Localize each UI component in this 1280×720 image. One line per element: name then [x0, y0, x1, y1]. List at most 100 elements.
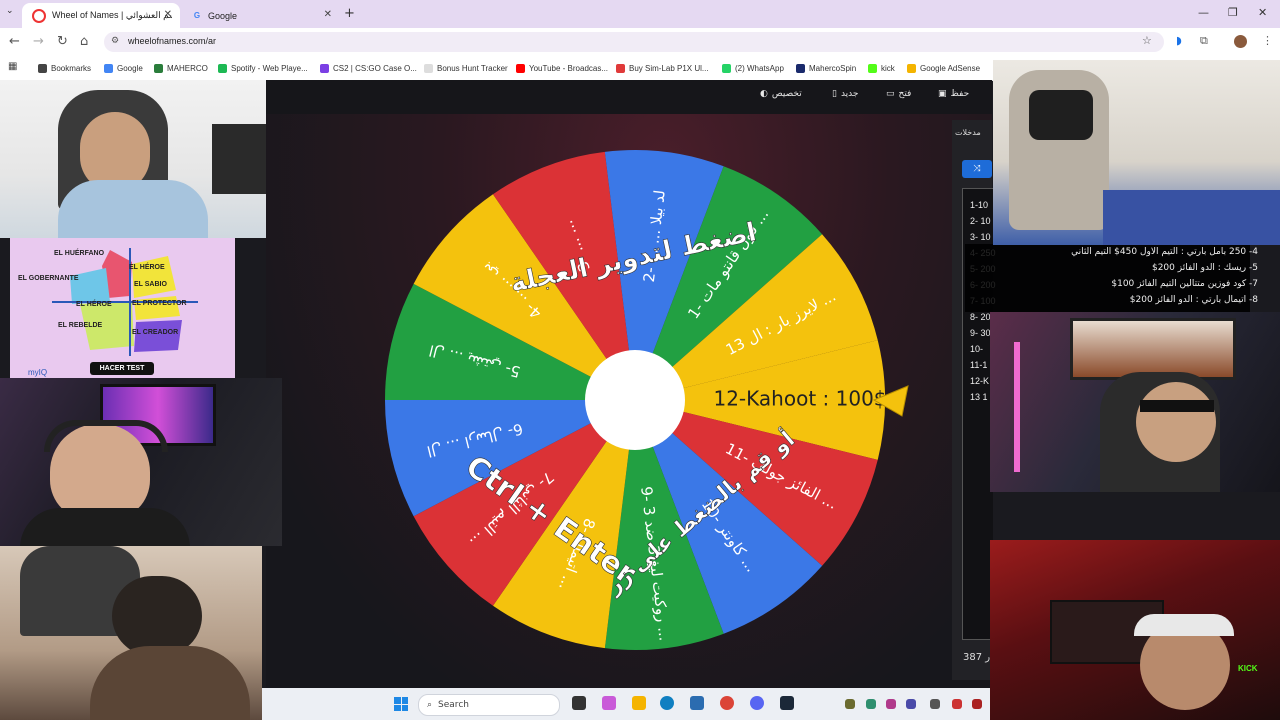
tray-app-icon[interactable]: [886, 699, 896, 709]
bookmark-favicon-icon: [516, 63, 525, 73]
save-button[interactable]: ▣ حفظ: [938, 89, 969, 99]
bookmark-item[interactable]: kick: [868, 61, 895, 75]
archetype-label: EL REBELDE: [58, 322, 103, 329]
apps-grid-icon[interactable]: ▦: [8, 61, 17, 72]
home-icon[interactable]: ⌂: [80, 34, 88, 49]
shuffle-button[interactable]: ⤨: [962, 160, 992, 178]
tray-app-icon[interactable]: [952, 699, 962, 709]
tab-close-icon[interactable]: ✕: [324, 9, 332, 20]
person-jacket: [90, 646, 250, 720]
window-close-icon[interactable]: ✕: [1258, 6, 1267, 19]
tray-app-icon[interactable]: [930, 699, 940, 709]
archetype-label: EL SABIO: [134, 281, 167, 288]
bookmark-item[interactable]: Google: [104, 61, 143, 75]
bookmark-favicon-icon: [424, 63, 433, 73]
bookmark-label: MahercoSpin: [809, 63, 857, 73]
new-tab-plus-icon[interactable]: +: [344, 6, 355, 21]
bookmark-item[interactable]: YouTube - Broadcas...: [516, 61, 608, 75]
tray-nvidia-icon[interactable]: [845, 699, 855, 709]
copilot-icon[interactable]: [602, 696, 616, 710]
restore-icon[interactable]: ❐: [1228, 6, 1238, 19]
search-icon: ⌕: [427, 700, 433, 710]
wheel-center-hub[interactable]: [585, 350, 685, 450]
entry-line[interactable]: 11-1: [970, 360, 987, 370]
tab-close-icon[interactable]: ✕: [164, 9, 172, 20]
open-button[interactable]: ▭ فتح: [886, 89, 911, 99]
entries-tab[interactable]: مدخلات: [955, 128, 981, 137]
profile-avatar[interactable]: [1234, 35, 1247, 48]
save-label: حفظ: [950, 89, 970, 99]
reload-icon[interactable]: ↻: [57, 34, 68, 49]
bookmark-item[interactable]: Buy Sim-Lab P1X Ul...: [616, 61, 709, 75]
entry-line[interactable]: 12-K: [970, 376, 989, 386]
floppy-icon: ▣: [938, 89, 947, 99]
entry-line[interactable]: 13 1: [970, 392, 988, 402]
bookmark-label: Google: [117, 63, 143, 73]
wheel-app-toolbar: [266, 80, 992, 114]
url-text[interactable]: wheelofnames.com/ar: [128, 36, 216, 46]
new-button[interactable]: ▯ جديد: [832, 89, 858, 99]
entry-line[interactable]: 1-10: [970, 200, 988, 210]
tab-google[interactable]: G Google ✕: [182, 3, 340, 28]
tray-app-icon[interactable]: [906, 699, 916, 709]
bookmark-label: Buy Sim-Lab P1X Ul...: [629, 63, 709, 73]
bookmark-item[interactable]: Bookmarks: [38, 61, 91, 75]
bookmark-item[interactable]: Bonus Hunt Tracker: [424, 61, 508, 75]
back-arrow-icon[interactable]: ←: [9, 34, 20, 49]
archetype-quiz-overlay: EL HUÉRFANO EL GOBERNANTE EL HÉROE EL SA…: [10, 238, 235, 380]
archetype-label: EL CREADOR: [132, 329, 179, 336]
chair-pillow: [1029, 90, 1093, 140]
bookmark-favicon-icon: [154, 63, 163, 73]
bookmark-label: kick: [881, 63, 895, 73]
tray-app-icon[interactable]: [866, 699, 876, 709]
archetype-label: EL GOBERNANTE: [18, 275, 79, 282]
tab-wheel-of-names[interactable]: Wheel of Names | اسم العشوائي ✕: [22, 3, 180, 28]
file-explorer-icon[interactable]: [632, 696, 646, 710]
minimize-icon[interactable]: —: [1198, 6, 1209, 19]
bookmark-item[interactable]: Spotify - Web Playe...: [218, 61, 308, 75]
bookmark-star-icon[interactable]: ☆: [1142, 34, 1152, 47]
bookmark-favicon-icon: [38, 63, 47, 73]
extension-icon[interactable]: ◗: [1176, 34, 1182, 47]
take-test-button[interactable]: HACER TEST: [90, 362, 154, 375]
menu-dots-icon[interactable]: ⋮: [1262, 34, 1273, 47]
site-info-icon[interactable]: ⚙: [111, 36, 119, 46]
entry-line[interactable]: 3- 10: [970, 232, 991, 242]
task-view-icon[interactable]: [572, 696, 586, 710]
bookmark-item[interactable]: MahercoSpin: [796, 61, 856, 75]
discord-icon[interactable]: [750, 696, 764, 710]
archetype-label: EL PROTECTOR: [132, 300, 187, 307]
edge-icon[interactable]: [660, 696, 674, 710]
wheel-segment-label: 12-Kahoot : 100$: [713, 386, 886, 410]
tray-app-icon[interactable]: [972, 699, 982, 709]
steam-icon[interactable]: [780, 696, 794, 710]
bookmark-favicon-icon: [722, 63, 731, 73]
palette-icon: ◐: [760, 89, 768, 99]
entry-line[interactable]: 10-: [970, 344, 983, 354]
extensions-puzzle-icon[interactable]: ⧉: [1200, 34, 1208, 48]
tab-title: Wheel of Names | اسم العشوائي: [52, 10, 172, 20]
bookmark-item[interactable]: MAHERCO: [154, 61, 208, 75]
taskbar-search-placeholder: Search: [438, 700, 469, 710]
entry-line[interactable]: 2- 10: [970, 216, 991, 226]
overlay-entry-line: 7- كود فوزين متتالين التيم الفائز 100$: [1111, 279, 1258, 289]
bookmark-item[interactable]: (2) WhatsApp: [722, 61, 784, 75]
entry-line[interactable]: 9- 30: [970, 328, 991, 338]
taskbar-search[interactable]: ⌕ Search: [418, 694, 560, 716]
bookmark-item[interactable]: Google AdSense: [907, 61, 980, 75]
bookmark-favicon-icon: [907, 63, 916, 73]
customize-button[interactable]: ◐ تخصيص: [760, 89, 802, 99]
bookmark-item[interactable]: CS2 | CS:GO Case O...: [320, 61, 417, 75]
forward-arrow-icon[interactable]: →: [33, 34, 44, 49]
bookmark-favicon-icon: [868, 63, 877, 73]
spin-wheel[interactable]: 12-Kahoot : 100$11- الفائز جولف ...10- ك…: [380, 148, 890, 658]
address-bar[interactable]: [104, 32, 1164, 52]
tab-search-chevron-icon[interactable]: ⌄: [6, 6, 14, 16]
chrome-icon[interactable]: [720, 696, 734, 710]
windows-start-icon[interactable]: [394, 697, 408, 711]
bookmark-label: YouTube - Broadcas...: [529, 63, 609, 73]
bookmark-label: Google AdSense: [920, 63, 981, 73]
webcam-streamer-1: [0, 80, 266, 238]
webcam-streamer-5: KICK: [990, 540, 1280, 720]
store-icon[interactable]: [690, 696, 704, 710]
